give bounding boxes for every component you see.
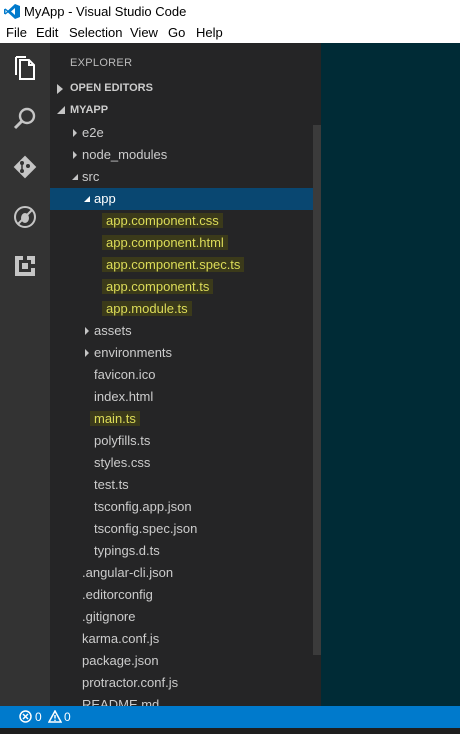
title-bar: MyApp - Visual Studio Code: [0, 0, 460, 22]
tree-item-label: environments: [94, 345, 173, 360]
chevron-down-icon: [57, 106, 65, 114]
tree-folder[interactable]: node_modules: [50, 144, 313, 166]
chevron-right-icon: [85, 327, 89, 335]
warning-count[interactable]: 0: [64, 710, 71, 724]
menu-file[interactable]: File: [6, 25, 27, 40]
tree-file[interactable]: favicon.ico: [50, 364, 313, 386]
project-label: MYAPP: [70, 104, 109, 116]
tree-file[interactable]: app.component.ts: [50, 276, 313, 298]
tree-file[interactable]: .editorconfig: [50, 584, 313, 606]
tree-item-label: .editorconfig: [82, 587, 153, 602]
bottom-edge: [0, 728, 460, 734]
tree-file[interactable]: karma.conf.js: [50, 628, 313, 650]
tree-item-label: app: [94, 191, 116, 206]
explorer-title: EXPLORER: [70, 57, 133, 69]
vscode-logo-icon: [4, 4, 20, 19]
tree-file[interactable]: package.json: [50, 650, 313, 672]
tree-item-label: polyfills.ts: [94, 433, 151, 448]
chevron-down-icon: [72, 174, 78, 180]
tree-file[interactable]: typings.d.ts: [50, 540, 313, 562]
tree-item-label: README.md: [82, 697, 160, 706]
tree-folder[interactable]: app: [50, 188, 313, 210]
tree-file[interactable]: README.md: [50, 694, 313, 706]
chevron-right-icon: [73, 129, 77, 137]
tree-item-label: .angular-cli.json: [82, 565, 174, 580]
tree-item-label: .gitignore: [82, 609, 136, 624]
tree-item-label: assets: [94, 323, 132, 338]
tree-file[interactable]: app.component.spec.ts: [50, 254, 313, 276]
chevron-down-icon: [84, 196, 90, 202]
tree-item-label: app.module.ts: [102, 301, 192, 316]
explorer-icon[interactable]: [0, 45, 50, 93]
tree-item-label: test.ts: [94, 477, 129, 492]
chevron-right-icon: [73, 151, 77, 159]
tree-folder[interactable]: src: [50, 166, 313, 188]
search-icon[interactable]: [0, 94, 50, 142]
tree-item-label: index.html: [94, 389, 154, 404]
tree-item-label: app.component.ts: [102, 279, 214, 294]
tree-item-label: main.ts: [90, 411, 140, 426]
error-count[interactable]: 0: [35, 710, 42, 724]
tree-file[interactable]: index.html: [50, 386, 313, 408]
tree-item-label: styles.css: [94, 455, 151, 470]
tree-file[interactable]: tsconfig.app.json: [50, 496, 313, 518]
tree-item-label: app.component.spec.ts: [102, 257, 245, 272]
chevron-right-icon: [85, 349, 89, 357]
tree-file[interactable]: test.ts: [50, 474, 313, 496]
menu-go[interactable]: Go: [168, 25, 185, 40]
tree-item-label: src: [82, 169, 100, 184]
tree-item-label: typings.d.ts: [94, 543, 160, 558]
tree-file[interactable]: main.ts: [50, 408, 313, 430]
chevron-right-icon: [57, 84, 63, 94]
activity-bar: [0, 43, 50, 706]
source-control-icon[interactable]: [0, 143, 50, 191]
tree-folder[interactable]: e2e: [50, 122, 313, 144]
tree-item-label: app.component.html: [102, 235, 228, 250]
tree-file[interactable]: polyfills.ts: [50, 430, 313, 452]
tree-file[interactable]: app.component.html: [50, 232, 313, 254]
menu-help[interactable]: Help: [196, 25, 223, 40]
tree-item-label: tsconfig.spec.json: [94, 521, 198, 536]
tree-item-label: tsconfig.app.json: [94, 499, 192, 514]
status-bar: 0 0: [0, 706, 460, 728]
editor-area[interactable]: [321, 43, 460, 706]
menu-view[interactable]: View: [130, 25, 158, 40]
tree-file[interactable]: .angular-cli.json: [50, 562, 313, 584]
open-editors-label: OPEN EDITORS: [70, 82, 153, 94]
tree-item-label: e2e: [82, 125, 104, 140]
tree-item-label: node_modules: [82, 147, 168, 162]
tree-file[interactable]: app.component.css: [50, 210, 313, 232]
tree-folder[interactable]: assets: [50, 320, 313, 342]
sidebar-scrollbar[interactable]: [313, 125, 321, 655]
project-section[interactable]: MYAPP: [50, 100, 321, 122]
tree-item-label: package.json: [82, 653, 159, 668]
tree-file[interactable]: styles.css: [50, 452, 313, 474]
warning-icon[interactable]: [48, 710, 62, 723]
tree-file[interactable]: protractor.conf.js: [50, 672, 313, 694]
window-title: MyApp - Visual Studio Code: [24, 4, 187, 19]
tree-file[interactable]: .gitignore: [50, 606, 313, 628]
menu-bar: File Edit Selection View Go Help: [0, 22, 460, 43]
tree-item-label: karma.conf.js: [82, 631, 160, 646]
extensions-icon[interactable]: [0, 242, 50, 290]
menu-selection[interactable]: Selection: [69, 25, 122, 40]
explorer-sidebar: EXPLORER OPEN EDITORS MYAPP e2e node_modu…: [50, 43, 321, 706]
tree-file[interactable]: tsconfig.spec.json: [50, 518, 313, 540]
tree-item-label: app.component.css: [102, 213, 223, 228]
tree-item-label: favicon.ico: [94, 367, 156, 382]
tree-file[interactable]: app.module.ts: [50, 298, 313, 320]
tree-item-label: protractor.conf.js: [82, 675, 179, 690]
error-icon[interactable]: [19, 710, 32, 723]
open-editors-section[interactable]: OPEN EDITORS: [50, 78, 321, 100]
debug-icon[interactable]: [0, 193, 50, 241]
menu-edit[interactable]: Edit: [36, 25, 58, 40]
tree-folder[interactable]: environments: [50, 342, 313, 364]
